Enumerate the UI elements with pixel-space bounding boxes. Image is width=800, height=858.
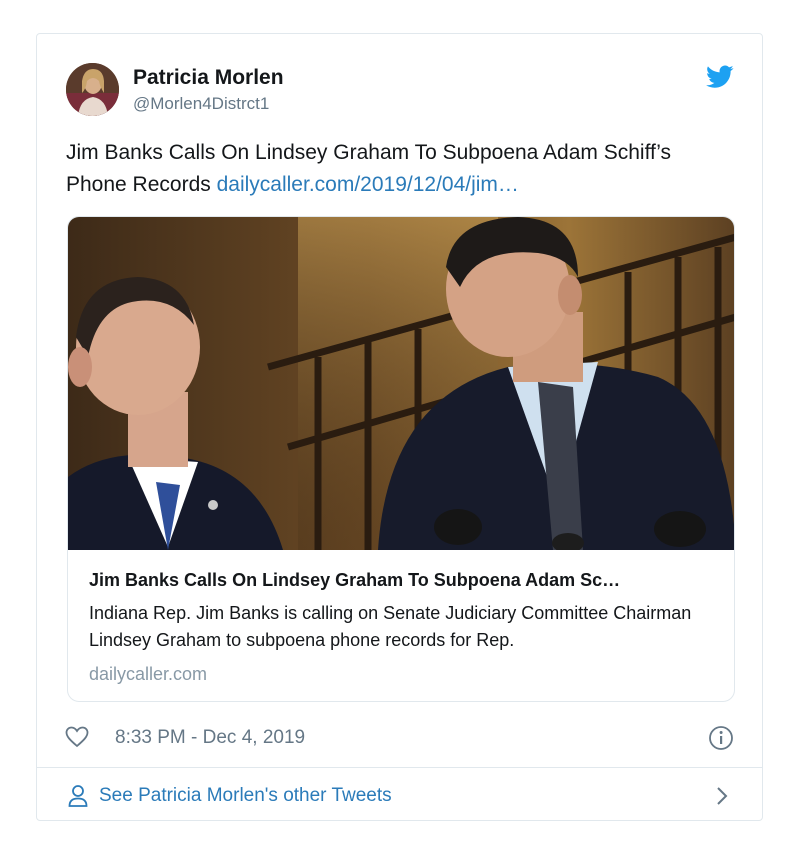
tweet-text: Jim Banks Calls On Lindsey Graham To Sub… bbox=[66, 137, 726, 201]
display-name[interactable]: Patricia Morlen bbox=[133, 66, 284, 90]
chevron-right-icon bbox=[717, 787, 728, 805]
link-preview-card[interactable]: Jim Banks Calls On Lindsey Graham To Sub… bbox=[67, 216, 735, 702]
username[interactable]: @Morlen4Distrct1 bbox=[133, 94, 269, 114]
card-domain: dailycaller.com bbox=[89, 664, 208, 684]
card-description: Indiana Rep. Jim Banks is calling on Sen… bbox=[89, 603, 692, 650]
avatar-photo bbox=[66, 63, 119, 116]
tweet-timestamp[interactable]: 8:33 PM - Dec 4, 2019 bbox=[115, 727, 305, 749]
info-icon[interactable] bbox=[708, 725, 734, 751]
tweet-meta-row: 8:33 PM - Dec 4, 2019 bbox=[65, 722, 734, 754]
embedded-tweet-card: Patricia Morlen @Morlen4Distrct1 Jim Ban… bbox=[36, 33, 763, 821]
tweet-header: Patricia Morlen @Morlen4Distrct1 bbox=[66, 63, 734, 119]
see-other-tweets-label: See Patricia Morlen's other Tweets bbox=[99, 785, 392, 806]
card-title: Jim Banks Calls On Lindsey Graham To Sub… bbox=[89, 570, 621, 590]
heart-icon[interactable] bbox=[65, 726, 89, 748]
person-icon bbox=[68, 785, 88, 807]
card-image bbox=[68, 217, 734, 550]
tweet-link[interactable]: dailycaller.com/2019/12/04/jim… bbox=[217, 173, 519, 196]
twitter-bird-icon[interactable] bbox=[706, 65, 734, 89]
divider bbox=[37, 767, 762, 768]
see-other-tweets-link[interactable]: See Patricia Morlen's other Tweets bbox=[67, 781, 734, 811]
avatar[interactable] bbox=[66, 63, 119, 116]
